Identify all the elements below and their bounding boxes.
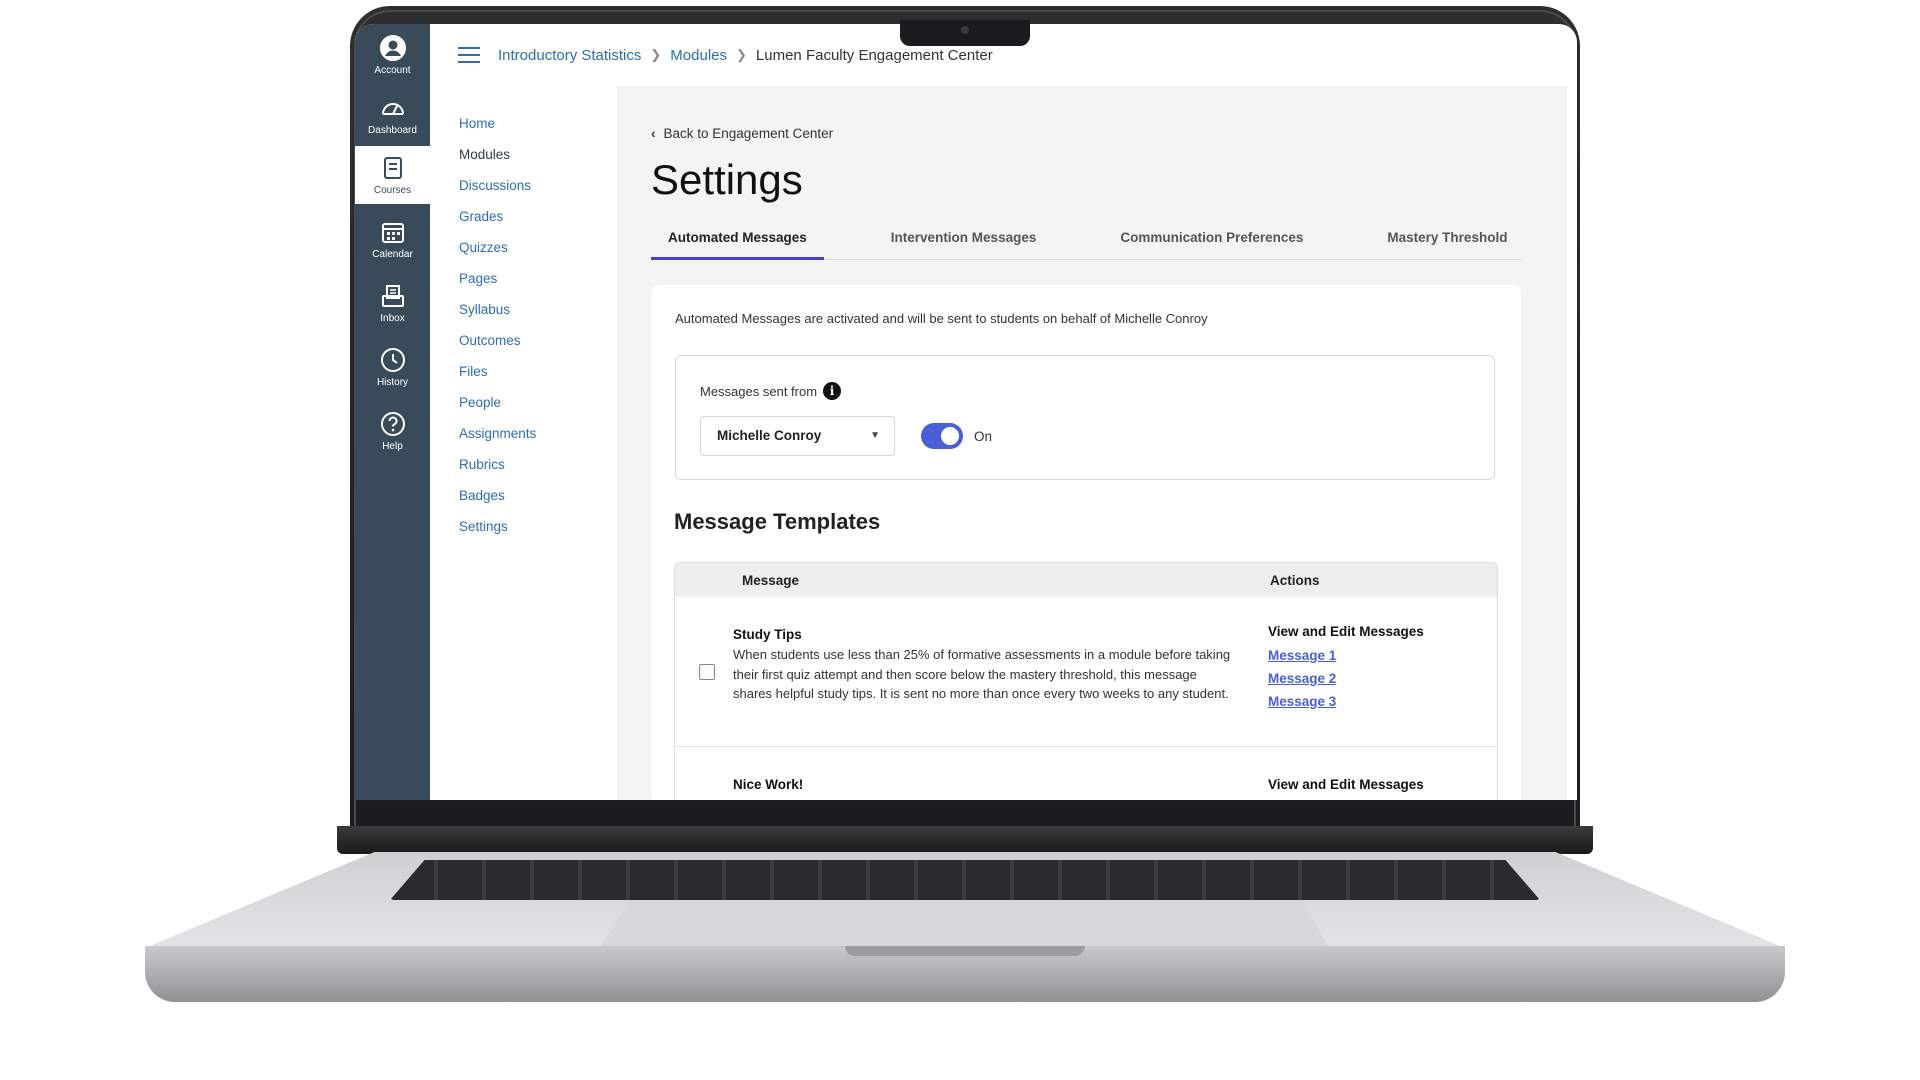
page-title: Settings (651, 156, 803, 203)
global-nav: Account Dashboard Courses Calendar Inbox… (355, 24, 430, 800)
column-header-message: Message (742, 573, 800, 588)
laptop-hinge (337, 826, 1593, 854)
template-title: Study Tips (733, 627, 802, 642)
global-nav-courses-label: Courses (373, 185, 412, 196)
course-nav-settings[interactable]: Settings (445, 511, 595, 542)
global-nav-account[interactable]: Account (355, 26, 430, 84)
messages-sent-from-label: Messages sent from i (700, 382, 842, 400)
sent-from-text: Messages sent from (700, 383, 818, 399)
course-nav-home[interactable]: Home (445, 108, 595, 139)
course-nav-outcomes[interactable]: Outcomes (445, 325, 595, 356)
course-nav: Home Modules Discussions Grades Quizzes … (445, 108, 595, 542)
message-templates-heading: Message Templates (674, 509, 881, 534)
back-link-label: Back to Engagement Center (663, 126, 834, 141)
dashboard-icon (381, 103, 404, 115)
courses-icon (383, 157, 402, 179)
message-1-link[interactable]: Message 1 (1268, 648, 1336, 663)
account-icon (379, 35, 406, 61)
global-nav-inbox[interactable]: Inbox (355, 274, 430, 332)
laptop-screen: Account Dashboard Courses Calendar Inbox… (355, 24, 1577, 800)
caret-down-icon: ▼ (870, 430, 880, 441)
column-header-actions: Actions (1270, 573, 1320, 588)
course-nav-badges[interactable]: Badges (445, 480, 595, 511)
help-icon (380, 412, 405, 436)
hamburger-menu-icon[interactable] (458, 47, 480, 63)
breadcrumb-current: Lumen Faculty Engagement Center (755, 46, 993, 64)
course-nav-assignments[interactable]: Assignments (445, 418, 595, 449)
course-nav-discussions[interactable]: Discussions (445, 170, 595, 201)
course-nav-quizzes[interactable]: Quizzes (445, 232, 595, 263)
course-nav-files[interactable]: Files (445, 356, 595, 387)
tab-mastery-threshold[interactable]: Mastery Threshold (1370, 216, 1524, 260)
template-title: Nice Work! (733, 777, 804, 792)
global-nav-courses[interactable]: Courses (355, 146, 430, 204)
course-nav-rubrics[interactable]: Rubrics (445, 449, 595, 480)
tab-communication-preferences[interactable]: Communication Preferences (1103, 216, 1320, 260)
message-templates-table: Message Actions Study Tips When students… (674, 562, 1498, 800)
calendar-icon (381, 223, 404, 243)
automated-messages-toggle[interactable] (921, 423, 963, 449)
table-header: Message Actions (675, 563, 1497, 597)
history-icon (380, 348, 405, 372)
global-nav-account-label: Account (374, 65, 411, 76)
course-nav-pages[interactable]: Pages (445, 263, 595, 294)
global-nav-help-label: Help (382, 441, 403, 452)
actions-title: View and Edit Messages (1268, 624, 1424, 639)
global-nav-calendar[interactable]: Calendar (355, 210, 430, 268)
camera-icon (961, 26, 969, 34)
message-3-link[interactable]: Message 3 (1268, 694, 1336, 709)
course-nav-people[interactable]: People (445, 387, 595, 418)
chevron-left-icon: ‹ (651, 126, 656, 141)
inbox-icon (381, 285, 404, 307)
global-nav-dashboard[interactable]: Dashboard (355, 86, 430, 144)
global-nav-dashboard-label: Dashboard (368, 125, 417, 136)
chevron-right-icon: ❯ (736, 47, 747, 62)
course-nav-modules[interactable]: Modules (445, 139, 595, 170)
sender-select-value: Michelle Conroy (717, 428, 822, 443)
info-icon[interactable]: i (823, 382, 842, 400)
global-nav-inbox-label: Inbox (380, 313, 405, 324)
sender-select[interactable]: Michelle Conroy ▼ (700, 416, 895, 456)
table-row: Study Tips When students use less than 2… (675, 597, 1497, 747)
laptop-trackpad (600, 900, 1330, 948)
global-nav-calendar-label: Calendar (372, 249, 413, 260)
laptop-thumb-notch (845, 946, 1085, 956)
toggle-state-label: On (974, 429, 993, 444)
course-nav-syllabus[interactable]: Syllabus (445, 294, 595, 325)
tab-intervention-messages[interactable]: Intervention Messages (874, 216, 1054, 260)
message-2-link[interactable]: Message 2 (1268, 671, 1336, 686)
row-checkbox[interactable] (699, 664, 715, 680)
settings-tabs: Automated Messages Intervention Messages… (651, 216, 1521, 260)
sender-settings-box: Messages sent from i Michelle Conroy ▼ O… (675, 355, 1495, 480)
breadcrumb-modules-link[interactable]: Modules (670, 47, 727, 64)
back-to-engagement-center-link[interactable]: ‹ Back to Engagement Center (651, 126, 833, 141)
template-description: When students use less than 25% of forma… (733, 647, 1231, 701)
global-nav-history[interactable]: History (355, 338, 430, 396)
tab-automated-messages[interactable]: Automated Messages (651, 216, 824, 260)
actions-title: View and Edit Messages (1268, 777, 1424, 792)
automated-messages-card: Automated Messages are activated and wil… (651, 285, 1521, 800)
course-nav-grades[interactable]: Grades (445, 201, 595, 232)
laptop-keyboard (390, 860, 1540, 900)
global-nav-history-label: History (376, 377, 409, 388)
breadcrumb-course-link[interactable]: Introductory Statistics (498, 47, 641, 64)
global-nav-help[interactable]: Help (355, 402, 430, 460)
table-row: Nice Work! View and Edit Messages (675, 747, 1497, 800)
settings-panel: ‹ Back to Engagement Center Settings Auto… (617, 86, 1567, 800)
activation-notice: Automated Messages are activated and wil… (675, 311, 1208, 326)
toggle-knob (941, 427, 959, 445)
chevron-right-icon: ❯ (650, 47, 662, 62)
